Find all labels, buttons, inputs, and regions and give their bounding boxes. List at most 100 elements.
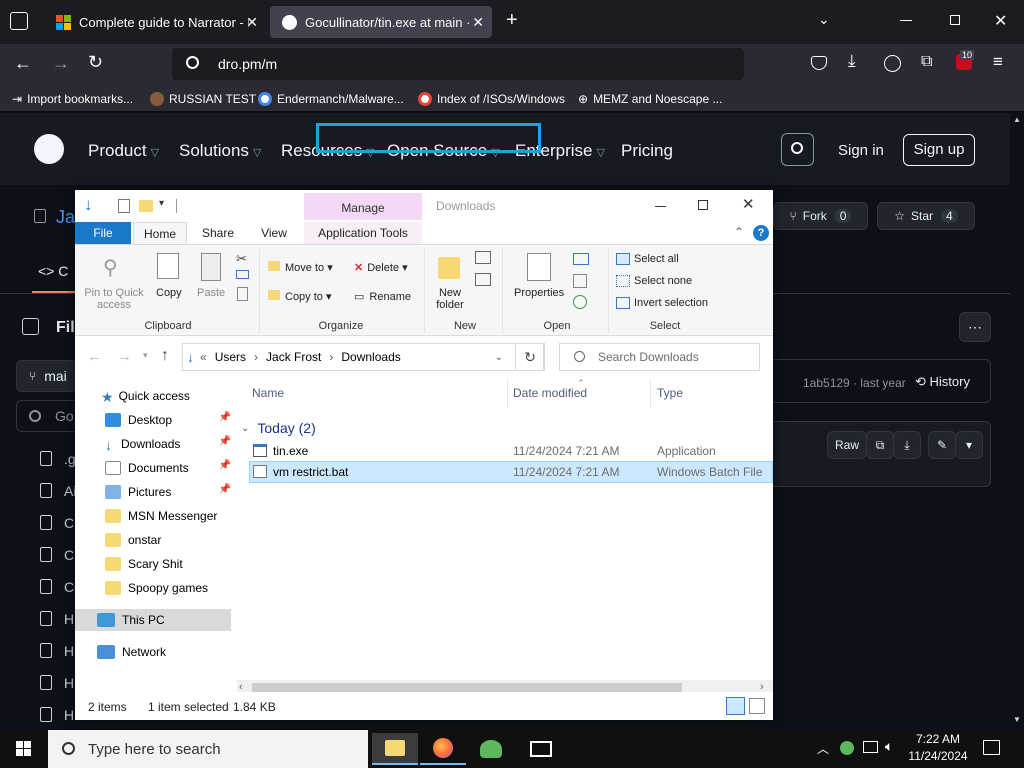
- back-arrow-icon[interactable]: ←: [87, 348, 102, 365]
- pocket-icon[interactable]: [811, 56, 827, 70]
- breadcrumb-chevron-icon[interactable]: ›: [254, 350, 258, 364]
- copy-raw-button[interactable]: ⧉: [866, 431, 894, 459]
- nav-product[interactable]: Product ▽: [88, 141, 159, 161]
- nav-msn-messenger[interactable]: MSN Messenger: [75, 505, 237, 527]
- browser-tab-github[interactable]: Gocullinator/tin.exe at main · Ja ✕: [270, 6, 492, 38]
- repo-owner-link[interactable]: Ja: [56, 207, 75, 228]
- github-logo-icon[interactable]: [34, 134, 64, 164]
- paste-shortcut-icon[interactable]: [237, 287, 248, 301]
- nav-spoopy-games[interactable]: Spoopy games: [75, 577, 237, 599]
- edit-icon[interactable]: [573, 274, 587, 288]
- column-date-modified[interactable]: Date modified: [513, 386, 587, 400]
- move-to-button[interactable]: Move to ▾: [268, 261, 333, 274]
- tree-item[interactable]: H: [64, 675, 74, 691]
- file-row-selected[interactable]: vm restrict.bat 11/24/2024 7:21 AM Windo…: [249, 461, 773, 483]
- invert-selection-button[interactable]: Invert selection: [616, 297, 708, 310]
- copy-path-icon[interactable]: [236, 270, 249, 279]
- tab-home[interactable]: Home: [133, 222, 187, 244]
- sign-in-link[interactable]: Sign in: [838, 142, 884, 159]
- notifications-icon[interactable]: [983, 740, 1000, 755]
- breadcrumb-overflow-icon[interactable]: «: [200, 350, 207, 364]
- user-status-icon[interactable]: [840, 741, 854, 755]
- select-none-button[interactable]: Select none: [616, 275, 692, 288]
- back-icon[interactable]: ←: [14, 53, 32, 74]
- minimize-icon[interactable]: [655, 206, 666, 207]
- group-header[interactable]: ⌄ Today (2): [241, 418, 761, 438]
- nav-scary-shit[interactable]: Scary Shit: [75, 553, 237, 575]
- properties-qat-icon[interactable]: [118, 199, 130, 213]
- quick-access-arrow-icon[interactable]: ↓: [84, 195, 93, 215]
- download-raw-button[interactable]: ⤓: [893, 431, 921, 459]
- restore-icon[interactable]: [950, 15, 960, 25]
- nav-desktop[interactable]: Desktop 📌: [75, 409, 237, 431]
- bookmark-isos[interactable]: Index of /ISOs/Windows: [418, 90, 565, 108]
- edit-dropdown-button[interactable]: ▾: [955, 431, 983, 459]
- history-link[interactable]: ⟲ History: [915, 374, 970, 390]
- more-options-button[interactable]: ⋯: [959, 312, 991, 342]
- breadcrumb-jack-frost[interactable]: Jack Frost: [266, 350, 321, 364]
- tree-item[interactable]: H: [64, 611, 74, 627]
- manage-context-tab[interactable]: Manage: [304, 193, 422, 220]
- nav-quick-access[interactable]: ★ Quick access: [75, 385, 237, 407]
- cut-icon[interactable]: ✂: [236, 251, 247, 267]
- scroll-down-icon[interactable]: ▼: [1013, 715, 1021, 724]
- chevron-down-icon[interactable]: ▾: [143, 350, 148, 361]
- help-icon[interactable]: ?: [753, 225, 769, 241]
- minimize-icon[interactable]: [900, 20, 912, 21]
- new-folder-button[interactable]: New folder: [435, 287, 465, 311]
- network-tray-icon[interactable]: [863, 741, 878, 753]
- breadcrumb-downloads[interactable]: Downloads: [341, 350, 400, 364]
- nav-network[interactable]: Network: [75, 641, 237, 663]
- column-divider[interactable]: [650, 380, 651, 408]
- bookmark-memz[interactable]: ⊕ MEMZ and Noescape ...: [578, 90, 722, 108]
- customize-qat-icon[interactable]: ▾: [159, 198, 164, 209]
- firefox-taskbar-icon[interactable]: [420, 733, 466, 765]
- close-tab-icon[interactable]: ✕: [472, 14, 484, 31]
- account-icon[interactable]: [884, 55, 901, 72]
- new-folder-qat-icon[interactable]: [139, 200, 153, 212]
- collapse-group-icon[interactable]: ⌄: [241, 423, 249, 434]
- nav-documents[interactable]: Documents 📌: [75, 457, 237, 479]
- extensions-icon[interactable]: ⧉: [921, 53, 932, 71]
- clock[interactable]: 7:22 AM 11/24/2024: [908, 731, 968, 765]
- column-divider[interactable]: [507, 380, 508, 408]
- paste-button[interactable]: Paste: [197, 287, 225, 299]
- new-item-icon[interactable]: [475, 251, 491, 264]
- file-row[interactable]: tin.exe 11/24/2024 7:21 AM Application: [249, 440, 773, 462]
- nav-solutions[interactable]: Solutions ▽: [179, 141, 261, 161]
- properties-button[interactable]: Properties: [514, 287, 564, 299]
- taskbar-search-box[interactable]: Type here to search: [48, 730, 368, 768]
- edit-button[interactable]: ✎: [928, 431, 956, 459]
- volume-icon[interactable]: 🔈︎: [885, 738, 893, 755]
- history-icon[interactable]: [573, 295, 587, 309]
- tab-overview-icon[interactable]: [10, 12, 28, 30]
- star-button[interactable]: ☆ Star 4: [877, 202, 975, 230]
- tab-share[interactable]: Share: [193, 222, 243, 244]
- tab-file[interactable]: File: [75, 222, 131, 244]
- msn-messenger-taskbar-icon[interactable]: [468, 733, 514, 765]
- forward-icon[interactable]: →: [52, 53, 70, 74]
- close-tab-icon[interactable]: ✕: [246, 14, 258, 31]
- tree-item[interactable]: .g: [64, 451, 76, 467]
- file-explorer-taskbar-icon[interactable]: [372, 733, 418, 765]
- bookmark-russian-test[interactable]: RUSSIAN TEST: [150, 90, 256, 108]
- browser-tab-narrator[interactable]: Complete guide to Narrator - M ✕: [44, 6, 266, 38]
- delete-button[interactable]: ✕ Delete ▾: [354, 261, 408, 274]
- nav-this-pc[interactable]: This PC: [75, 609, 231, 631]
- copy-button[interactable]: Copy: [156, 287, 182, 299]
- tree-item[interactable]: H: [64, 707, 74, 723]
- breadcrumb-chevron-icon[interactable]: ›: [329, 350, 333, 364]
- raw-button[interactable]: Raw: [827, 431, 867, 459]
- remote-desktop-taskbar-icon[interactable]: [518, 733, 564, 765]
- address-history-dropdown-icon[interactable]: ⌄: [495, 352, 503, 363]
- url-bar[interactable]: dro.pm/m: [172, 48, 744, 80]
- maximize-icon[interactable]: [698, 200, 708, 210]
- bookmark-endermanch[interactable]: Endermanch/Malware...: [258, 90, 404, 108]
- nav-pricing[interactable]: Pricing: [621, 141, 673, 161]
- column-type[interactable]: Type: [657, 386, 683, 400]
- sidebar-toggle-icon[interactable]: [22, 318, 39, 335]
- refresh-button[interactable]: ↻: [515, 343, 545, 371]
- gh-search-button[interactable]: [781, 133, 814, 166]
- nav-downloads[interactable]: ↓ Downloads 📌: [75, 433, 237, 455]
- downloads-icon[interactable]: ⤓: [848, 51, 856, 71]
